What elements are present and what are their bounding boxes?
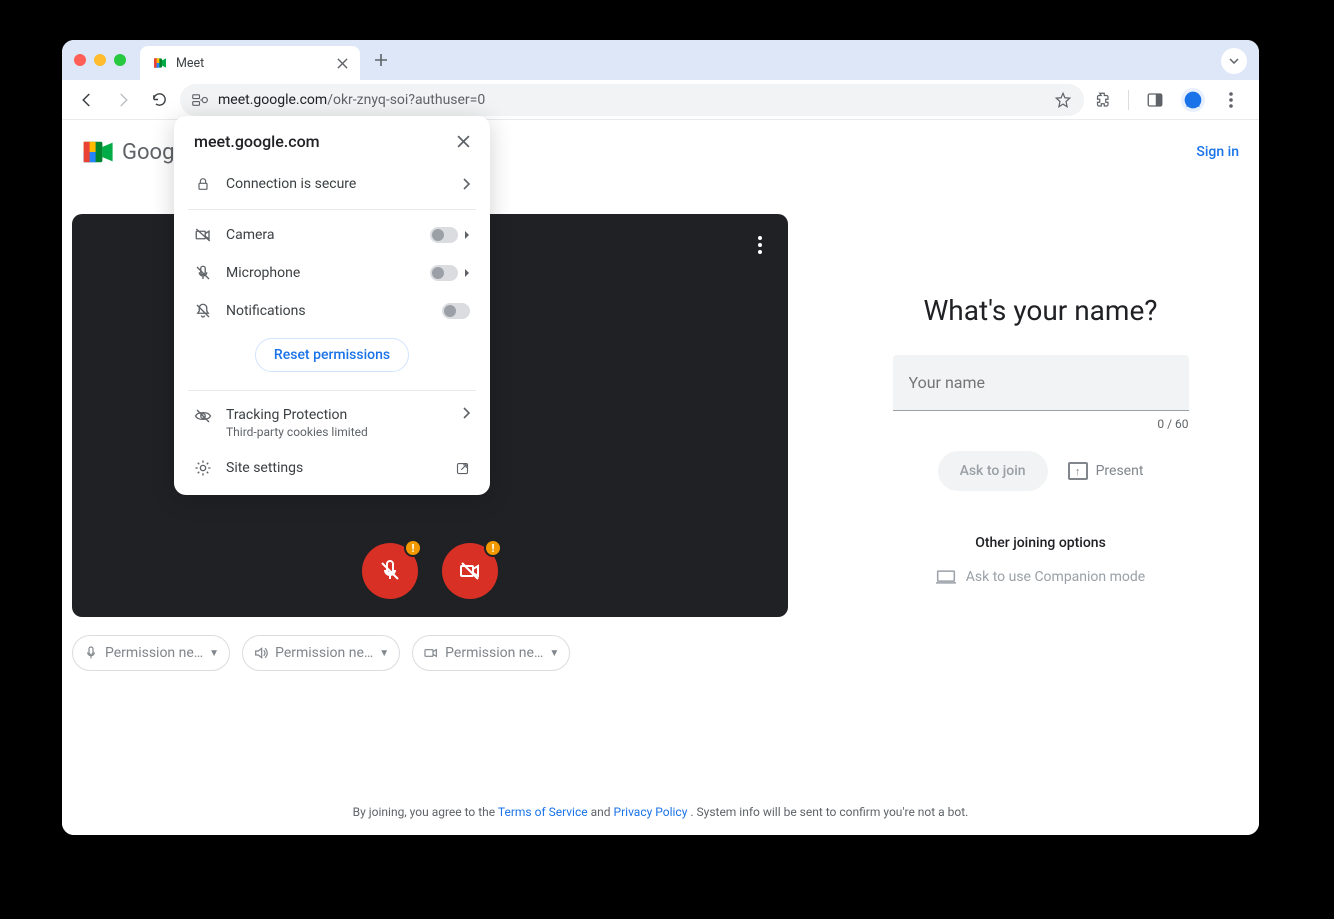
tab-strip: Meet <box>62 40 1259 80</box>
ask-to-join-button[interactable]: Ask to join <box>938 451 1048 491</box>
extensions-button[interactable] <box>1090 88 1114 112</box>
tab-title: Meet <box>176 56 329 71</box>
row-label: Connection is secure <box>226 176 356 192</box>
mic-icon <box>83 645 99 661</box>
camera-alert-badge: ! <box>484 539 502 557</box>
row-sublabel: Third-party cookies limited <box>226 425 368 439</box>
bell-off-icon <box>194 302 212 320</box>
caret-down-icon: ▼ <box>379 648 389 659</box>
side-panel-button[interactable] <box>1143 88 1167 112</box>
microphone-toggle-switch[interactable] <box>430 265 458 281</box>
mic-off-icon <box>194 264 212 282</box>
present-icon: ↑ <box>1068 462 1088 480</box>
browser-toolbar: meet.google.com/okr-znyq-soi?authuser=0 <box>62 80 1259 120</box>
site-info-popover: meet.google.com Connection is secure Cam… <box>174 116 490 495</box>
toolbar-divider <box>1128 90 1129 110</box>
companion-icon <box>936 569 956 585</box>
tos-link[interactable]: Terms of Service <box>498 805 588 819</box>
caret-down-icon: ▼ <box>549 648 559 659</box>
back-button[interactable] <box>72 85 102 115</box>
microphone-permission-row: Microphone <box>188 254 476 292</box>
camera-toggle-switch[interactable] <box>430 227 458 243</box>
site-info-button[interactable] <box>192 93 210 107</box>
footer-text: By joining, you agree to the Terms of Se… <box>62 795 1259 835</box>
url-text: meet.google.com/okr-znyq-soi?authuser=0 <box>218 92 1046 108</box>
profile-avatar-button[interactable] <box>1181 88 1205 112</box>
chip-label: Permission ne… <box>105 645 203 661</box>
row-label: Notifications <box>226 303 306 319</box>
gear-icon <box>194 459 212 477</box>
join-panel: What's your name? 0 / 60 Ask to join ↑ P… <box>832 184 1249 671</box>
speaker-permission-chip[interactable]: Permission ne… ▼ <box>242 635 400 671</box>
companion-mode-button[interactable]: Ask to use Companion mode <box>936 569 1145 585</box>
lock-icon <box>194 175 212 193</box>
meet-favicon-icon <box>152 55 168 71</box>
eye-off-icon <box>194 407 212 425</box>
camera-off-icon <box>458 559 482 583</box>
window-controls[interactable] <box>74 54 126 66</box>
notifications-toggle-switch[interactable] <box>442 303 470 319</box>
char-counter: 0 / 60 <box>893 417 1189 431</box>
tab-close-button[interactable] <box>337 58 348 69</box>
privacy-link[interactable]: Privacy Policy <box>614 805 688 819</box>
chip-label: Permission ne… <box>275 645 373 661</box>
present-button[interactable]: ↑ Present <box>1068 462 1144 480</box>
tab-search-button[interactable] <box>1221 48 1247 74</box>
bookmark-star-icon[interactable] <box>1054 91 1072 109</box>
camera-toggle-button[interactable]: ! <box>442 543 498 599</box>
popover-close-button[interactable] <box>457 135 470 148</box>
camera-permission-row: Camera <box>188 216 476 254</box>
address-bar[interactable]: meet.google.com/okr-znyq-soi?authuser=0 <box>180 84 1084 116</box>
caret-right-icon[interactable] <box>464 268 470 278</box>
row-label: Camera <box>226 227 275 243</box>
chevron-right-icon <box>462 178 470 190</box>
preview-more-button[interactable] <box>758 236 762 254</box>
row-label: Microphone <box>226 265 300 281</box>
mic-alert-badge: ! <box>404 539 422 557</box>
companion-label: Ask to use Companion mode <box>966 569 1145 585</box>
tracking-protection-row[interactable]: Tracking Protection Third-party cookies … <box>188 397 476 449</box>
notifications-permission-row: Notifications <box>188 292 476 330</box>
mic-toggle-button[interactable]: ! <box>362 543 418 599</box>
camera-permission-chip[interactable]: Permission ne… ▼ <box>412 635 570 671</box>
row-label: Site settings <box>226 460 303 476</box>
maximize-window-button[interactable] <box>114 54 126 66</box>
reload-button[interactable] <box>144 85 174 115</box>
caret-down-icon: ▼ <box>209 648 219 659</box>
camera-icon <box>423 645 439 661</box>
speaker-icon <box>253 645 269 661</box>
reset-permissions-button[interactable]: Reset permissions <box>255 338 409 372</box>
popover-site-title: meet.google.com <box>194 132 320 151</box>
site-settings-row[interactable]: Site settings <box>188 449 476 487</box>
connection-secure-row[interactable]: Connection is secure <box>188 165 476 203</box>
mic-permission-chip[interactable]: Permission ne… ▼ <box>72 635 230 671</box>
browser-tab[interactable]: Meet <box>140 46 360 80</box>
name-prompt-title: What's your name? <box>923 294 1157 327</box>
mic-off-icon <box>378 559 402 583</box>
row-label: Tracking Protection <box>226 407 368 423</box>
browser-menu-button[interactable] <box>1219 88 1243 112</box>
caret-right-icon[interactable] <box>464 230 470 240</box>
camera-off-icon <box>194 226 212 244</box>
close-window-button[interactable] <box>74 54 86 66</box>
open-in-new-icon <box>455 461 470 476</box>
new-tab-button[interactable] <box>374 53 388 67</box>
chevron-right-icon <box>462 407 470 419</box>
sign-in-link[interactable]: Sign in <box>1196 144 1239 160</box>
forward-button[interactable] <box>108 85 138 115</box>
other-options-heading: Other joining options <box>975 535 1106 551</box>
minimize-window-button[interactable] <box>94 54 106 66</box>
name-input[interactable] <box>893 355 1189 411</box>
present-label: Present <box>1096 463 1144 479</box>
meet-logo-icon <box>82 138 116 166</box>
chip-label: Permission ne… <box>445 645 543 661</box>
permission-chips-row: Permission ne… ▼ Permission ne… ▼ Permis… <box>72 635 802 671</box>
browser-window: Meet meet.google.com/okr-znyq-soi? <box>62 40 1259 835</box>
